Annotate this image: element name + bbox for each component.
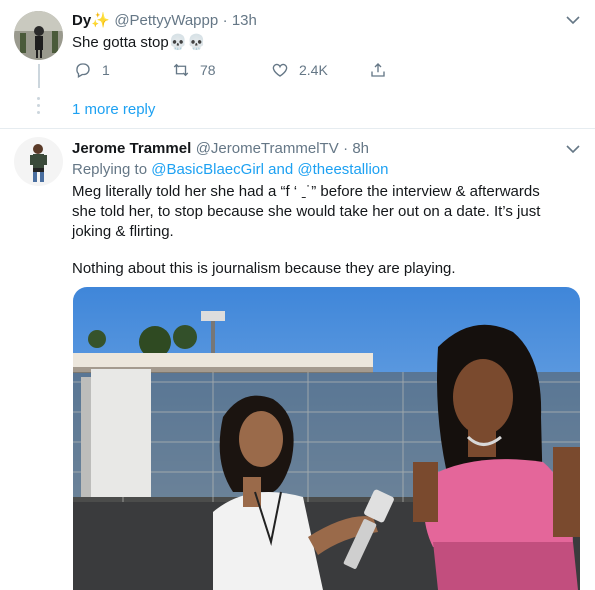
chevron-down-icon[interactable]: [566, 15, 580, 25]
retweet-action[interactable]: 78: [172, 61, 216, 79]
thread-dots: [37, 97, 41, 118]
reply-user-link[interactable]: @BasicBlaecGirl: [151, 161, 264, 178]
reply-action[interactable]: 1: [74, 61, 110, 79]
display-name[interactable]: Jerome Trammel: [72, 140, 191, 157]
tweet-text-line: she told her, to stop because she would …: [72, 203, 541, 220]
thread-line: [38, 64, 40, 88]
replying-to: Replying to @BasicBlaecGirl and @theesta…: [72, 161, 388, 178]
reply-icon: [76, 63, 90, 78]
display-name[interactable]: Dy✨: [72, 12, 110, 29]
tweet-text-line: Meg literally told her she had a “f ‘ ˍ˙…: [72, 183, 540, 200]
tweet-text: She gotta stop💀💀: [72, 34, 207, 51]
more-replies-link[interactable]: 1 more reply: [72, 101, 155, 118]
reply-count: 1: [102, 62, 110, 78]
like-icon: [272, 63, 288, 77]
like-count: 2.4K: [299, 62, 328, 78]
like-action[interactable]: 2.4K: [271, 61, 328, 79]
tweet-video[interactable]: [73, 287, 580, 590]
retweet-icon: [173, 63, 189, 77]
reply-user-link[interactable]: @theestallion: [297, 161, 388, 178]
avatar[interactable]: [14, 11, 63, 60]
replying-to-label: Replying to: [72, 161, 148, 178]
share-action[interactable]: [369, 61, 387, 79]
share-icon: [371, 63, 385, 77]
timestamp[interactable]: · 8h: [343, 140, 369, 157]
retweet-count: 78: [200, 62, 216, 78]
tweet-text-line: joking & flirting.: [72, 223, 174, 240]
user-handle[interactable]: @JeromeTrammelTV: [196, 140, 339, 157]
timestamp[interactable]: · 13h: [223, 12, 257, 29]
chevron-down-icon[interactable]: [566, 144, 580, 154]
tweet-text-line: Nothing about this is journalism because…: [72, 260, 456, 277]
avatar[interactable]: [14, 137, 63, 186]
tweet-1[interactable]: Dy✨ @PettyyWappp · 13h She gotta stop💀💀 …: [0, 0, 595, 128]
reply-and-label: and: [268, 161, 294, 178]
user-handle[interactable]: @PettyyWappp: [114, 12, 218, 29]
